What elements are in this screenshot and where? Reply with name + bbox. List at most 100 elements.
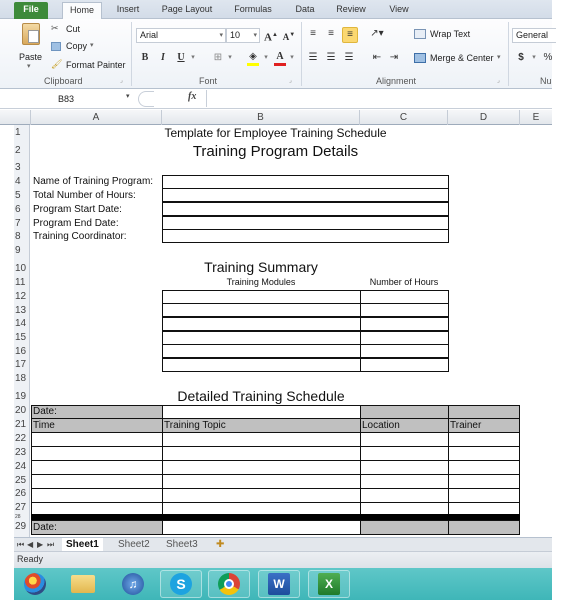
coordinator-input[interactable] [162, 229, 449, 243]
schedule-cell[interactable] [31, 474, 163, 489]
font-name-combo[interactable]: Arial ▾ [136, 28, 226, 43]
row-header[interactable]: 22 [14, 433, 29, 444]
tab-view[interactable]: View [384, 2, 414, 19]
tab-page-layout[interactable]: Page Layout [158, 2, 216, 19]
underline-dropdown-icon[interactable]: ▾ [189, 51, 197, 65]
column-header-e[interactable]: E [520, 110, 552, 125]
row-header[interactable]: 20 [14, 405, 29, 416]
row-header[interactable]: 13 [14, 305, 29, 316]
format-painter-button[interactable]: Format Painter [66, 60, 126, 70]
date-input[interactable] [162, 405, 361, 419]
name-box[interactable]: B83 [16, 91, 136, 107]
next-sheet-icon[interactable]: ▶ [37, 538, 43, 551]
font-color-icon[interactable]: A [273, 50, 287, 66]
total-hours-input[interactable] [162, 188, 449, 202]
borders-dropdown-icon[interactable]: ▾ [226, 51, 234, 65]
schedule-cell[interactable] [448, 488, 520, 503]
underline-button[interactable]: U [174, 51, 188, 65]
currency-dropdown-icon[interactable]: ▾ [530, 51, 538, 65]
summary-module-cell[interactable] [162, 317, 361, 331]
copy-dropdown-icon[interactable]: ▾ [90, 41, 94, 49]
row-header[interactable]: 14 [14, 318, 29, 329]
shrink-font-icon[interactable]: A▼ [282, 28, 296, 44]
summary-module-cell[interactable] [162, 290, 361, 304]
schedule-cell[interactable] [360, 474, 449, 489]
column-header-d[interactable]: D [448, 110, 520, 125]
summary-hours-cell[interactable] [360, 303, 449, 317]
summary-hours-cell[interactable] [360, 331, 449, 345]
increase-indent-icon[interactable]: ⇥ [387, 51, 401, 65]
row-header[interactable]: 17 [14, 359, 29, 370]
row-header[interactable]: 12 [14, 291, 29, 302]
start-button[interactable] [14, 570, 56, 598]
summary-hours-cell[interactable] [360, 290, 449, 304]
summary-hours-cell[interactable] [360, 358, 449, 372]
tab-review[interactable]: Review [332, 2, 370, 19]
align-bottom-icon[interactable]: ≡ [342, 27, 358, 43]
schedule-cell[interactable] [360, 446, 449, 461]
align-right-icon[interactable]: ☰ [342, 51, 356, 65]
schedule-cell[interactable] [162, 488, 361, 503]
row-header[interactable]: 26 [14, 488, 29, 499]
schedule-cell[interactable] [162, 460, 361, 475]
merge-center-button[interactable]: Merge & Center [430, 53, 494, 63]
last-sheet-icon[interactable]: ⏭ [47, 538, 54, 551]
row-header[interactable]: 1 [14, 127, 29, 138]
schedule-cell[interactable] [448, 432, 520, 447]
font-launcher-icon[interactable]: ⌟ [289, 77, 292, 84]
tab-home[interactable]: Home [62, 2, 102, 20]
row-header[interactable]: 29 [14, 521, 29, 532]
schedule-cell[interactable] [448, 446, 520, 461]
start-date-input[interactable] [162, 202, 449, 216]
currency-button[interactable]: $ [516, 51, 526, 65]
first-sheet-icon[interactable]: ⏮ [17, 538, 24, 551]
row-header[interactable]: 10 [14, 263, 29, 274]
copy-button[interactable]: Copy [66, 41, 87, 51]
taskbar-word[interactable]: W [258, 570, 300, 598]
insert-function-icon[interactable]: fx [188, 91, 196, 102]
row-header[interactable]: 2 [14, 145, 29, 156]
decrease-indent-icon[interactable]: ⇤ [370, 51, 384, 65]
row-header[interactable]: 7 [14, 218, 29, 229]
tab-data[interactable]: Data [290, 2, 320, 19]
summary-module-cell[interactable] [162, 358, 361, 372]
insert-sheet-icon[interactable]: ✚ [216, 538, 224, 551]
row-header[interactable]: 21 [14, 419, 29, 430]
summary-hours-cell[interactable] [360, 317, 449, 331]
taskbar-skype[interactable]: S [160, 570, 202, 598]
clipboard-launcher-icon[interactable]: ⌟ [120, 77, 123, 84]
row-header[interactable]: 23 [14, 447, 29, 458]
font-size-combo[interactable]: 10 ▾ [226, 28, 260, 43]
select-all-corner[interactable] [14, 110, 31, 125]
align-center-icon[interactable]: ☰ [324, 51, 338, 65]
schedule-cell[interactable] [448, 460, 520, 475]
prev-sheet-icon[interactable]: ◀ [27, 538, 33, 551]
summary-module-cell[interactable] [162, 331, 361, 345]
schedule-cell[interactable] [31, 488, 163, 503]
end-date-input[interactable] [162, 216, 449, 230]
paste-icon[interactable] [22, 23, 40, 45]
column-header-c[interactable]: C [360, 110, 448, 125]
grow-font-icon[interactable]: A▲ [264, 28, 278, 45]
row-header[interactable]: 15 [14, 332, 29, 343]
summary-module-cell[interactable] [162, 303, 361, 317]
align-left-icon[interactable]: ☰ [306, 51, 320, 65]
schedule-cell[interactable] [162, 432, 361, 447]
row-header[interactable]: 9 [14, 245, 29, 256]
sheet-tab-sheet2[interactable]: Sheet2 [118, 538, 150, 551]
percent-button[interactable]: % [543, 51, 553, 65]
formula-input[interactable] [206, 90, 552, 107]
schedule-cell[interactable] [31, 446, 163, 461]
taskbar-chrome[interactable] [208, 570, 250, 598]
worksheet-grid[interactable]: Template for Employee Training Schedule … [31, 125, 552, 537]
row-header[interactable]: 28 [14, 514, 29, 520]
schedule-cell[interactable] [360, 432, 449, 447]
font-color-dropdown-icon[interactable]: ▾ [288, 51, 296, 65]
schedule-cell[interactable] [360, 488, 449, 503]
schedule-cell[interactable] [448, 474, 520, 489]
summary-module-cell[interactable] [162, 344, 361, 358]
sheet-tab-sheet1[interactable]: Sheet1 [62, 538, 103, 551]
taskbar-itunes[interactable]: ♫ [112, 570, 154, 598]
summary-hours-cell[interactable] [360, 344, 449, 358]
bold-button[interactable]: B [138, 51, 152, 65]
